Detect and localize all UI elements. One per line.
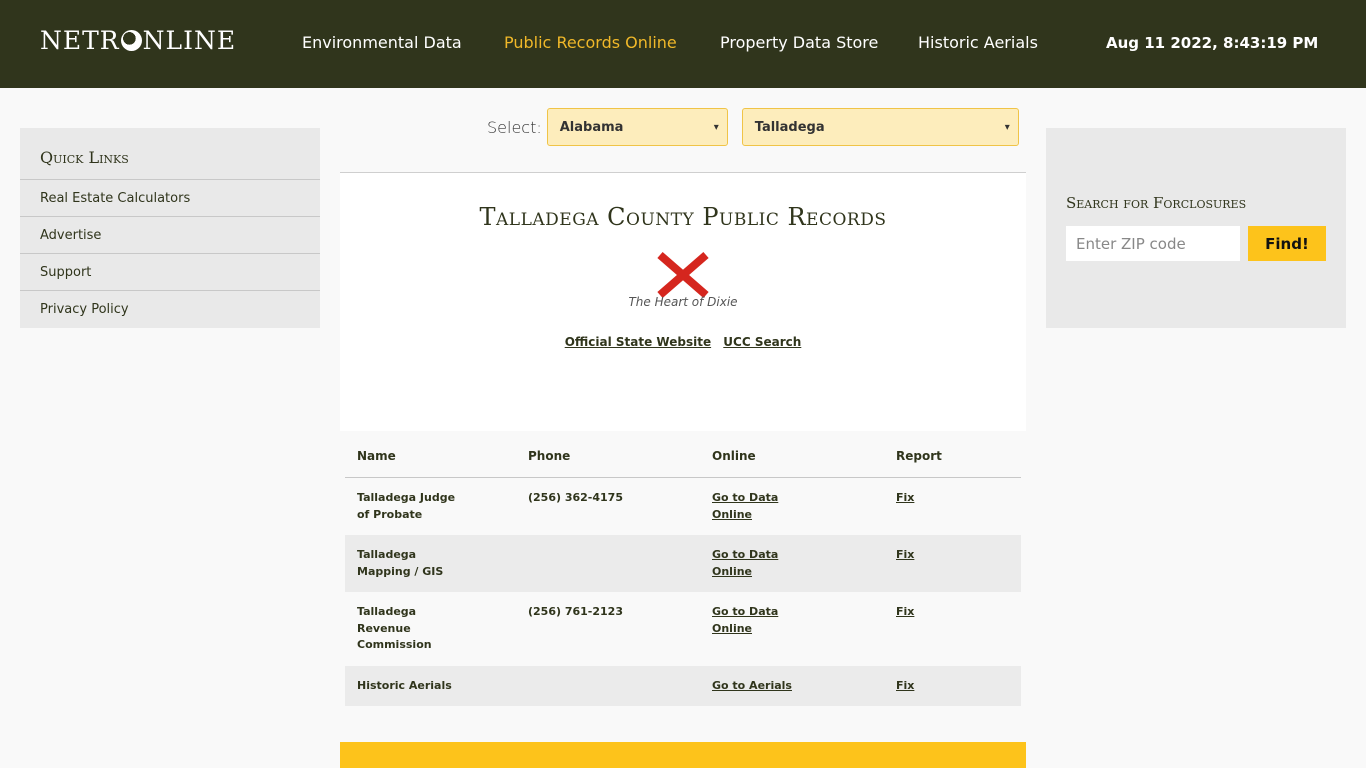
location-selector: Select: Alabama ▾ Talladega ▾ — [487, 108, 1019, 146]
logo-text-right: NLINE — [142, 26, 237, 55]
state-select[interactable]: Alabama ▾ — [546, 108, 728, 146]
chevron-down-icon: ▾ — [1004, 121, 1010, 133]
nav-historic-aerials[interactable]: Historic Aerials — [918, 33, 1038, 52]
county-select[interactable]: Talladega ▾ — [741, 108, 1019, 146]
record-phone — [528, 678, 712, 706]
quick-link-real-estate-calculators[interactable]: Real Estate Calculators — [20, 180, 320, 217]
select-label: Select: — [487, 117, 542, 137]
netronline-logo[interactable]: NETR NLINE — [40, 26, 236, 55]
fix-report-link[interactable]: Fix — [896, 678, 966, 695]
fix-report-link[interactable]: Fix — [896, 490, 966, 507]
state-links: Official State Website UCC Search — [340, 335, 1026, 349]
record-name: Talladega Judge of Probate — [357, 491, 456, 521]
top-navigation-bar: NETR NLINE Environmental Data Public Reco… — [0, 0, 1366, 88]
records-table: Name Phone Online Report Talladega Judge… — [345, 432, 1021, 706]
logo-text-left: NETR — [40, 26, 120, 55]
page-title: Talladega County Public Records — [479, 203, 887, 231]
quick-links-title: Quick Links — [20, 128, 320, 180]
foreclosure-search-title: Search for Forclosures — [1066, 194, 1247, 212]
table-row: Talladega Judge of Probate (256) 362-417… — [345, 478, 1021, 535]
record-phone: (256) 362-4175 — [528, 491, 623, 504]
quick-links-panel: Quick Links Real Estate Calculators Adve… — [20, 128, 320, 328]
state-motto: The Heart of Dixie — [628, 295, 738, 309]
table-row: Talladega Revenue Commission (256) 761-2… — [345, 592, 1021, 666]
go-to-data-online-link[interactable]: Go to Data Online — [712, 547, 782, 580]
zip-code-input[interactable] — [1066, 226, 1240, 261]
column-header-name: Name — [357, 449, 396, 463]
table-header: Name Phone Online Report — [345, 432, 1021, 478]
fix-report-link[interactable]: Fix — [896, 547, 966, 564]
record-name: Talladega Mapping / GIS — [357, 548, 444, 578]
quick-link-support[interactable]: Support — [20, 254, 320, 291]
nav-public-records-online[interactable]: Public Records Online — [504, 33, 677, 52]
current-datetime: Aug 11 2022, 8:43:19 PM — [1106, 34, 1319, 52]
record-name: Historic Aerials — [357, 679, 452, 692]
globe-icon — [120, 30, 142, 51]
official-state-website-link[interactable]: Official State Website — [565, 335, 711, 349]
quick-link-privacy-policy[interactable]: Privacy Policy — [20, 291, 320, 328]
fix-report-link[interactable]: Fix — [896, 604, 966, 621]
table-row: Talladega Mapping / GIS Go to Data Onlin… — [345, 535, 1021, 592]
ucc-search-link[interactable]: UCC Search — [723, 335, 801, 349]
go-to-data-online-link[interactable]: Go to Data Online — [712, 490, 782, 523]
nav-environmental-data[interactable]: Environmental Data — [302, 33, 462, 52]
state-select-value: Alabama — [559, 119, 624, 135]
column-header-phone: Phone — [528, 449, 571, 463]
chevron-down-icon: ▾ — [713, 121, 719, 133]
foreclosure-search-panel: Search for Forclosures Find! — [1046, 128, 1346, 328]
column-header-online: Online — [712, 449, 756, 463]
record-name: Talladega Revenue Commission — [357, 605, 432, 651]
record-phone: (256) 761-2123 — [528, 605, 623, 618]
table-row: Historic Aerials Go to Aerials Fix — [345, 666, 1021, 706]
go-to-aerials-link[interactable]: Go to Aerials — [712, 678, 802, 695]
column-header-report: Report — [896, 449, 942, 463]
nav-property-data-store[interactable]: Property Data Store — [720, 33, 878, 52]
find-button[interactable]: Find! — [1248, 226, 1326, 261]
go-to-data-online-link[interactable]: Go to Data Online — [712, 604, 782, 637]
record-phone — [528, 547, 712, 592]
quick-link-advertise[interactable]: Advertise — [20, 217, 320, 254]
county-select-value: Talladega — [754, 119, 825, 135]
county-info-card: Talladega County Public Records The Hear… — [340, 173, 1026, 431]
yellow-banner — [340, 742, 1026, 768]
alabama-flag-icon — [657, 251, 709, 299]
